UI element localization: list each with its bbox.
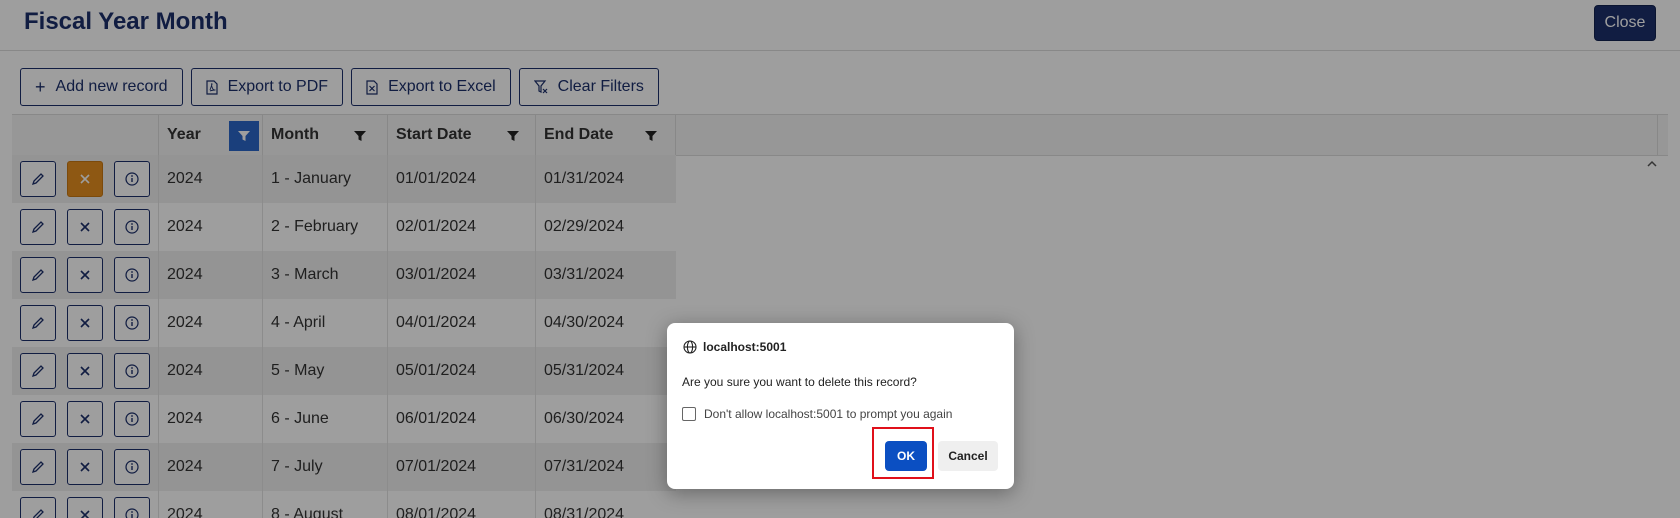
dialog-origin: localhost:5001 — [683, 340, 786, 354]
dialog-origin-text: localhost:5001 — [703, 340, 787, 354]
dialog-message: Are you sure you want to delete this rec… — [682, 375, 917, 389]
globe-icon — [683, 340, 697, 354]
confirm-dialog: localhost:5001 Are you sure you want to … — [667, 323, 1014, 489]
app-window: Fiscal Year Month Close + Add new record… — [0, 0, 1680, 518]
suppress-prompts-checkbox[interactable] — [682, 407, 696, 421]
cancel-button[interactable]: Cancel — [938, 441, 998, 471]
suppress-prompts-label: Don't allow localhost:5001 to prompt you… — [704, 407, 953, 421]
suppress-prompts-option[interactable]: Don't allow localhost:5001 to prompt you… — [682, 407, 952, 421]
ok-button[interactable]: OK — [885, 441, 927, 471]
